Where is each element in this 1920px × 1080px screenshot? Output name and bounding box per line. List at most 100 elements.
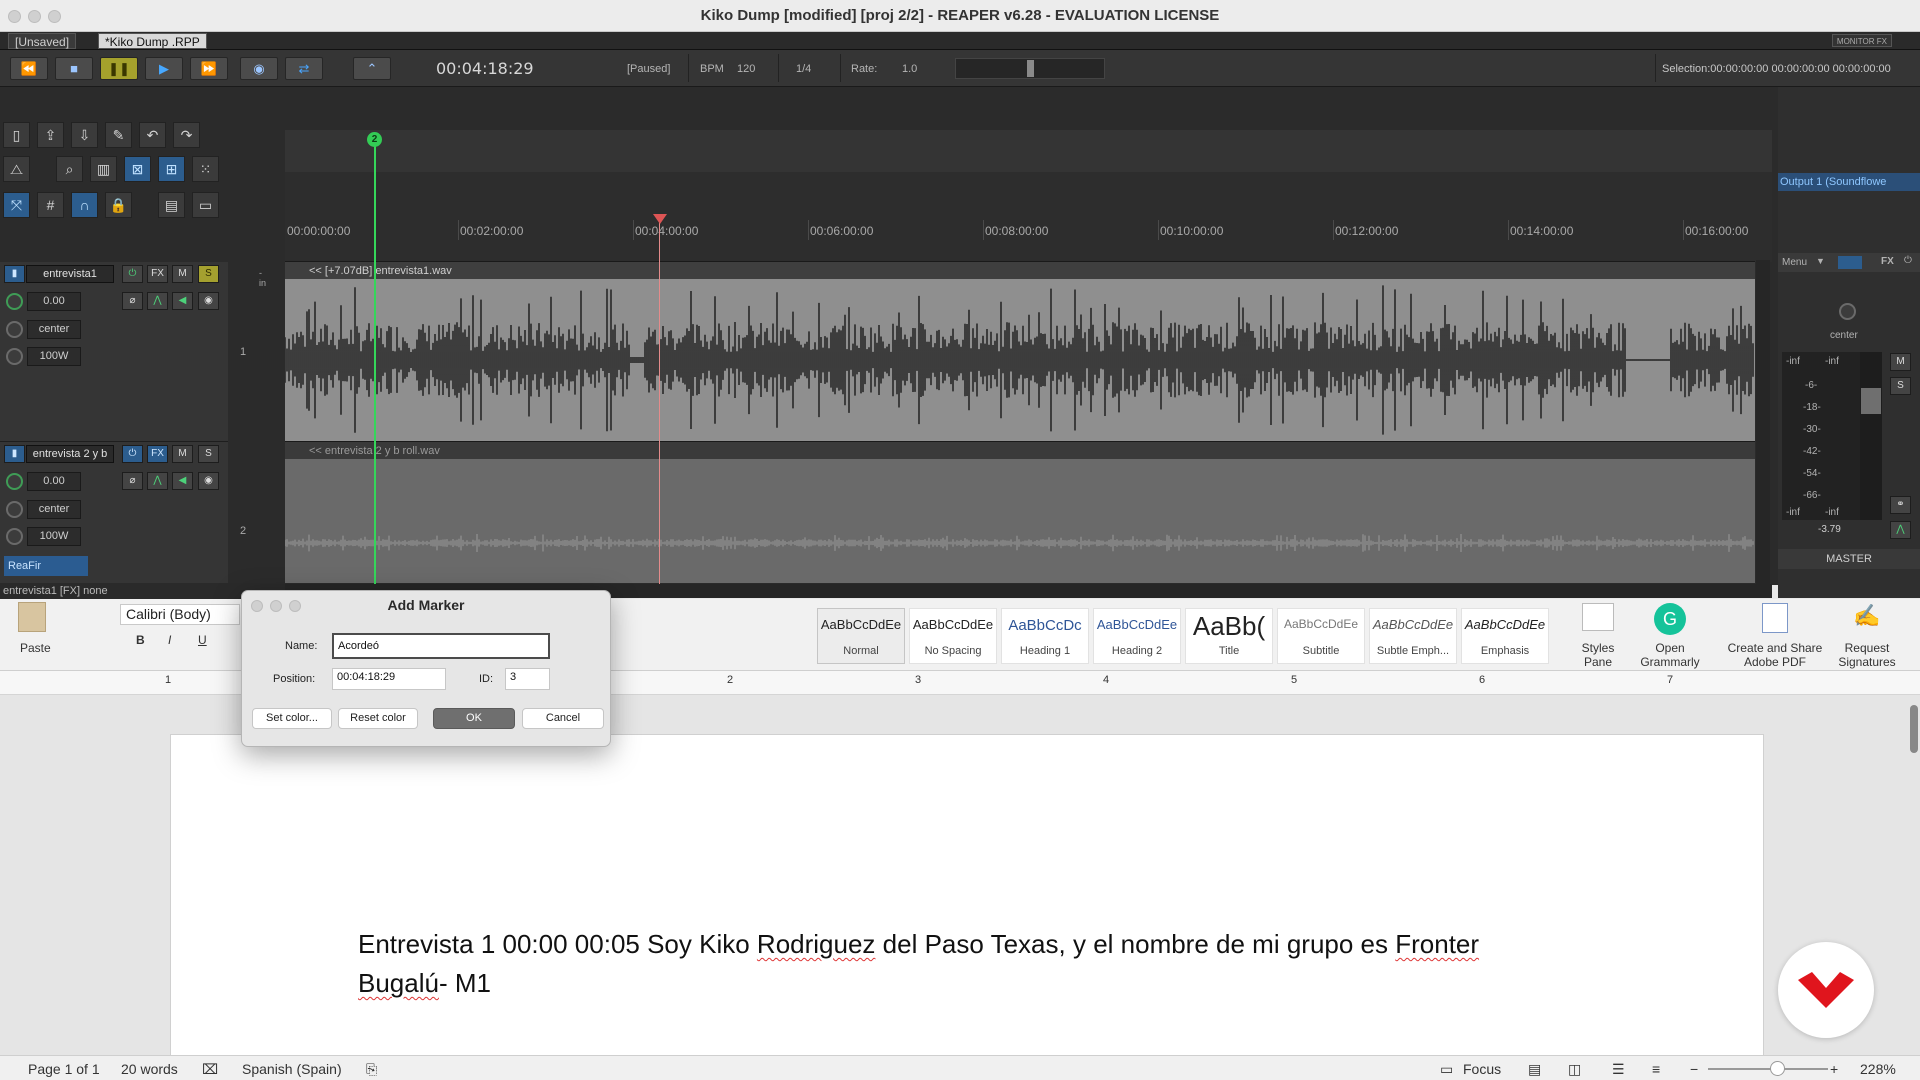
zoom-in-icon[interactable]: +: [1830, 1061, 1838, 1077]
bold-button[interactable]: B: [136, 633, 145, 647]
output-selector[interactable]: Output 1 (Soundflowe: [1778, 173, 1920, 191]
zoom-out-icon[interactable]: −: [1690, 1061, 1698, 1077]
signature-icon[interactable]: ✍: [1852, 603, 1882, 633]
tab-kiko-dump[interactable]: *Kiko Dump .RPP: [98, 33, 207, 49]
auto-crossfade-icon[interactable]: ⤧: [3, 192, 30, 218]
style-heading-2[interactable]: AaBbCcDdEe Heading 2: [1093, 608, 1181, 664]
misspelled-word[interactable]: Fronter: [1395, 929, 1479, 959]
request-signatures-button[interactable]: Request Signatures: [1832, 641, 1902, 669]
volume-knob[interactable]: [6, 293, 23, 310]
save-project-icon[interactable]: ⇩: [71, 122, 98, 148]
track-panel-2[interactable]: ▮ entrevista 2 y b ⏻ FX M S 0.00 ⌀ ⋀ ◀ ◉…: [0, 442, 246, 584]
track-folder-icon[interactable]: ▮: [4, 445, 25, 463]
style-title[interactable]: AaBb(Title: [1185, 608, 1273, 664]
master-envelope-icon[interactable]: ⋀: [1890, 521, 1911, 539]
pan-knob[interactable]: [6, 501, 23, 518]
fast-forward-button[interactable]: ⏩: [190, 57, 228, 80]
style-subtitle[interactable]: AaBbCcDdEe Subtitle: [1277, 608, 1365, 664]
stop-button[interactable]: ■: [55, 57, 93, 80]
record-arm-icon[interactable]: ◉: [198, 292, 219, 310]
lock-icon[interactable]: 🔒: [105, 192, 132, 218]
pan-field[interactable]: center: [27, 320, 81, 339]
styles-pane-icon[interactable]: [1582, 603, 1614, 631]
style-no-spacing[interactable]: AaBbCcDdEe No Spacing: [909, 608, 997, 664]
master-gain[interactable]: -3.79: [1818, 524, 1841, 535]
master-routing-icon[interactable]: [1838, 256, 1862, 269]
rate-slider-thumb[interactable]: [1027, 60, 1034, 77]
master-fx-button[interactable]: FX: [1881, 256, 1894, 267]
marker-name-input[interactable]: Acordeó: [332, 633, 550, 659]
track-mute-button[interactable]: M: [172, 445, 193, 463]
snap-magnet-icon[interactable]: ∩: [71, 192, 98, 218]
fx-chain-button[interactable]: ReaFir: [4, 556, 88, 576]
pan-field[interactable]: center: [27, 500, 81, 519]
monitor-fx-button[interactable]: MONITOR FX: [1831, 34, 1892, 47]
track-manager-icon[interactable]: ⌕: [56, 156, 83, 182]
proofing-icon[interactable]: ⌧: [202, 1061, 218, 1078]
set-color-button[interactable]: Set color...: [252, 708, 332, 729]
track-volume-icon[interactable]: ◀: [172, 292, 193, 310]
track-folder-icon[interactable]: ▮: [4, 265, 25, 283]
record-button[interactable]: ◉: [240, 57, 278, 80]
misspelled-word[interactable]: Bugalú: [358, 968, 439, 998]
vertical-scrollbar[interactable]: [1756, 260, 1770, 584]
web-layout-icon[interactable]: ◫: [1568, 1061, 1581, 1078]
media-item-1[interactable]: << [+7.07dB] entrevista1.wav: [285, 261, 1755, 280]
edit-cursor-head[interactable]: [653, 214, 667, 224]
grid-view-icon[interactable]: ⁙: [192, 156, 219, 182]
timeline-ruler[interactable]: [285, 172, 1772, 262]
ok-button[interactable]: OK: [433, 708, 515, 729]
track-name[interactable]: entrevista1: [26, 265, 114, 283]
automation-icon[interactable]: ⋀: [147, 292, 168, 310]
track-solo-button[interactable]: S: [198, 265, 219, 283]
automation-icon[interactable]: ⋀: [147, 472, 168, 490]
track-solo-button[interactable]: S: [198, 445, 219, 463]
redo-icon[interactable]: ↷: [173, 122, 200, 148]
page-count[interactable]: Page 1 of 1: [28, 1061, 100, 1077]
outline-icon[interactable]: ☰: [1612, 1061, 1625, 1078]
reset-color-button[interactable]: Reset color: [338, 708, 418, 729]
envelope-button[interactable]: ⌃: [353, 57, 391, 80]
accessibility-icon[interactable]: ⎘: [366, 1061, 377, 1078]
volume-knob[interactable]: [6, 473, 23, 490]
track-fx-button[interactable]: FX: [147, 445, 168, 463]
marker-2[interactable]: 2: [367, 132, 382, 147]
rewind-button[interactable]: ⏪: [10, 57, 48, 80]
print-layout-icon[interactable]: ▤: [1528, 1061, 1541, 1078]
document-scrollbar[interactable]: [1910, 705, 1918, 753]
new-project-icon[interactable]: ▯: [3, 122, 30, 148]
zoom-slider-thumb[interactable]: [1770, 1061, 1785, 1076]
pdf-icon[interactable]: [1762, 603, 1788, 633]
project-settings-icon[interactable]: ✎: [105, 122, 132, 148]
volume-field[interactable]: 0.00: [27, 472, 81, 491]
misspelled-word[interactable]: Rodriguez: [757, 929, 876, 959]
floating-logo[interactable]: [1778, 942, 1874, 1038]
language-status[interactable]: Spanish (Spain): [242, 1061, 342, 1077]
phase-invert-icon[interactable]: ⌀: [122, 472, 143, 490]
chevron-down-icon[interactable]: ▼: [1816, 256, 1825, 266]
cancel-button[interactable]: Cancel: [522, 708, 604, 729]
time-signature[interactable]: 1/4: [796, 63, 811, 75]
word-count[interactable]: 20 words: [121, 1061, 178, 1077]
track-panel-1[interactable]: ▮ entrevista1 ⏻ FX M S 0.00 ⌀ ⋀ ◀ ◉ cent…: [0, 262, 266, 442]
zoom-slider[interactable]: [1708, 1068, 1828, 1070]
rate-value[interactable]: 1.0: [902, 63, 917, 75]
waveform-1[interactable]: [284, 279, 1755, 441]
undo-icon[interactable]: ↶: [139, 122, 166, 148]
play-button[interactable]: ▶: [145, 57, 183, 80]
grid-icon[interactable]: #: [37, 192, 64, 218]
font-selector[interactable]: Calibri (Body): [120, 604, 240, 625]
track-fx-button[interactable]: FX: [147, 265, 168, 283]
volume-field[interactable]: 0.00: [27, 292, 81, 311]
track-fx-bypass-icon[interactable]: ⏻: [122, 445, 143, 463]
master-menu-button[interactable]: Menu: [1782, 257, 1807, 268]
repeat-button[interactable]: ⇄: [285, 57, 323, 80]
paste-icon[interactable]: [18, 602, 46, 632]
master-mono-icon[interactable]: ⚭: [1890, 496, 1911, 514]
zoom-level[interactable]: 228%: [1860, 1061, 1896, 1077]
focus-icon[interactable]: ▭: [1440, 1061, 1453, 1078]
record-arm-icon[interactable]: ◉: [198, 472, 219, 490]
style-normal[interactable]: AaBbCcDdEe Normal: [817, 608, 905, 664]
focus-button[interactable]: Focus: [1463, 1061, 1501, 1077]
item-grouping-icon[interactable]: ⊞: [158, 156, 185, 182]
